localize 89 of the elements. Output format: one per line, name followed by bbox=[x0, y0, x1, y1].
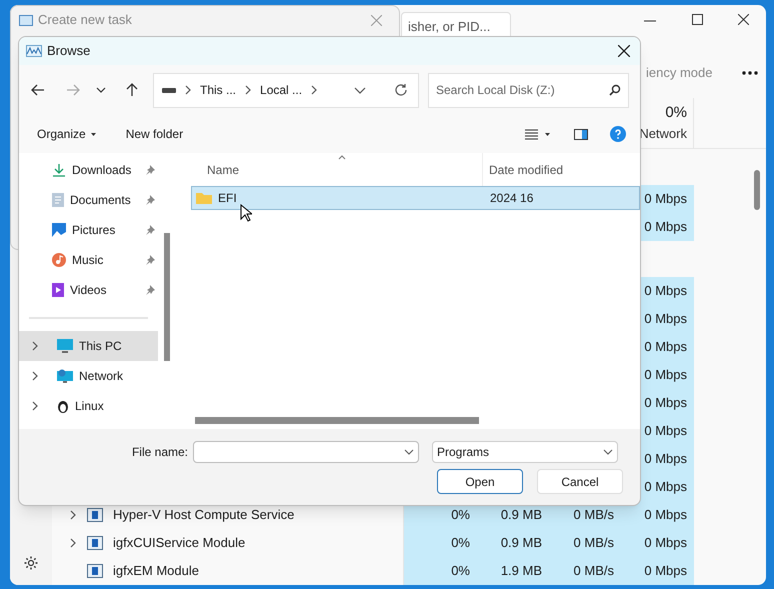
process-name[interactable]: igfxCUIService Module bbox=[113, 529, 246, 557]
memory-cell: 0.9 MB bbox=[477, 529, 549, 557]
pin-icon[interactable] bbox=[145, 285, 155, 295]
chevron-right-icon[interactable] bbox=[69, 510, 77, 520]
file-name: EFI bbox=[218, 190, 237, 207]
caret-icon[interactable] bbox=[545, 132, 550, 136]
settings-icon[interactable] bbox=[23, 555, 39, 571]
network-header[interactable]: Network bbox=[639, 124, 687, 144]
dialog-button[interactable]: Open bbox=[437, 469, 523, 494]
sidebar-item[interactable]: This PC bbox=[19, 331, 158, 361]
process-name[interactable]: igfxEM Module bbox=[113, 557, 199, 585]
dialog-title: Create new task bbox=[38, 11, 133, 30]
sidebar-item[interactable]: Videos bbox=[19, 275, 158, 305]
close-icon[interactable] bbox=[618, 45, 630, 57]
file-row[interactable]: EFI 2024 16 bbox=[191, 186, 640, 210]
network-icon bbox=[57, 369, 73, 383]
music-icon bbox=[52, 253, 66, 267]
sidebar-item[interactable]: Linux bbox=[19, 391, 158, 421]
drive-icon bbox=[162, 88, 176, 92]
address-bar[interactable]: This ... Local ... bbox=[153, 72, 419, 108]
organize-menu[interactable]: Organize bbox=[37, 125, 96, 143]
column-header[interactable]: Date modified bbox=[483, 153, 640, 186]
network-cell: 0 Mbps bbox=[621, 529, 694, 557]
breadcrumb-item[interactable]: This ... bbox=[200, 81, 236, 99]
back-arrow-icon[interactable] bbox=[31, 84, 45, 96]
cpu-cell: 0% bbox=[404, 557, 477, 585]
chevron-down-icon[interactable] bbox=[404, 449, 414, 455]
window-icon bbox=[19, 14, 33, 26]
breadcrumb-item[interactable]: Local ... bbox=[260, 81, 302, 99]
monitor-graph-icon bbox=[26, 45, 42, 57]
chevron-right-icon[interactable] bbox=[31, 401, 39, 411]
chevron-down-icon bbox=[603, 449, 613, 455]
chevron-down-icon[interactable] bbox=[354, 86, 366, 94]
file-name-label: File name: bbox=[130, 444, 189, 461]
scrollbar-thumb[interactable] bbox=[754, 170, 760, 210]
preview-pane-icon[interactable] bbox=[574, 128, 588, 140]
refresh-icon[interactable] bbox=[394, 83, 408, 97]
file-type-dropdown[interactable]: Programs bbox=[432, 441, 618, 463]
list-view-icon[interactable] bbox=[525, 128, 538, 140]
app-icon bbox=[87, 508, 103, 522]
pin-icon[interactable] bbox=[145, 225, 155, 235]
disk-cell: 0 MB/s bbox=[549, 529, 621, 557]
more-icon[interactable] bbox=[742, 70, 758, 75]
monitor-icon bbox=[57, 339, 73, 353]
close-icon[interactable] bbox=[738, 14, 749, 25]
chevron-right-icon[interactable] bbox=[310, 85, 318, 95]
dialog-button[interactable]: Cancel bbox=[537, 469, 623, 494]
file-name-field[interactable] bbox=[193, 441, 419, 463]
cpu-cell: 0% bbox=[404, 529, 477, 557]
memory-cell: 1.9 MB bbox=[477, 557, 549, 585]
app-icon bbox=[87, 564, 103, 578]
chevron-right-icon[interactable] bbox=[31, 341, 39, 351]
new-folder-button[interactable]: New folder bbox=[126, 125, 184, 143]
horizontal-scrollbar-thumb[interactable] bbox=[195, 417, 479, 424]
sort-caret-icon[interactable] bbox=[338, 155, 346, 160]
chevron-right-icon[interactable] bbox=[69, 538, 77, 548]
minimize-icon[interactable] bbox=[644, 20, 656, 22]
network-cell: 0 Mbps bbox=[621, 557, 694, 585]
network-cell: 0 Mbps bbox=[621, 501, 694, 529]
pin-icon[interactable] bbox=[145, 255, 155, 265]
network-percent: 0% bbox=[665, 102, 687, 123]
maximize-icon[interactable] bbox=[692, 14, 703, 25]
chevron-right-icon[interactable] bbox=[244, 85, 252, 95]
app-icon bbox=[87, 536, 103, 550]
pin-icon[interactable] bbox=[145, 195, 155, 205]
sidebar-item[interactable]: Network bbox=[19, 361, 158, 391]
video-icon bbox=[52, 283, 64, 297]
search-field[interactable]: Search Local Disk (Z:) bbox=[428, 72, 629, 108]
search-icon[interactable] bbox=[609, 84, 621, 96]
up-arrow-icon[interactable] bbox=[126, 83, 138, 97]
chevron-right-icon[interactable] bbox=[31, 371, 39, 381]
chevron-right-icon[interactable] bbox=[184, 85, 192, 95]
chevron-down-icon[interactable] bbox=[96, 87, 106, 93]
sidebar-item[interactable]: Downloads bbox=[19, 155, 158, 185]
disk-cell: 0 MB/s bbox=[549, 557, 621, 585]
pin-icon[interactable] bbox=[145, 165, 155, 175]
mouse-cursor-icon bbox=[240, 204, 252, 222]
folder-icon bbox=[196, 192, 212, 204]
document-icon bbox=[52, 193, 64, 207]
help-icon[interactable] bbox=[610, 126, 626, 142]
dialog-title: Browse bbox=[47, 42, 92, 60]
sidebar-item[interactable]: Music bbox=[19, 245, 158, 275]
scrollbar-thumb[interactable] bbox=[164, 233, 170, 361]
sidebar-item[interactable]: Pictures bbox=[19, 215, 158, 245]
download-icon bbox=[52, 163, 66, 177]
sidebar-item[interactable]: Documents bbox=[19, 185, 158, 215]
picture-icon bbox=[52, 223, 66, 237]
caret-icon bbox=[90, 132, 96, 136]
file-date: 2024 16 bbox=[489, 190, 534, 207]
